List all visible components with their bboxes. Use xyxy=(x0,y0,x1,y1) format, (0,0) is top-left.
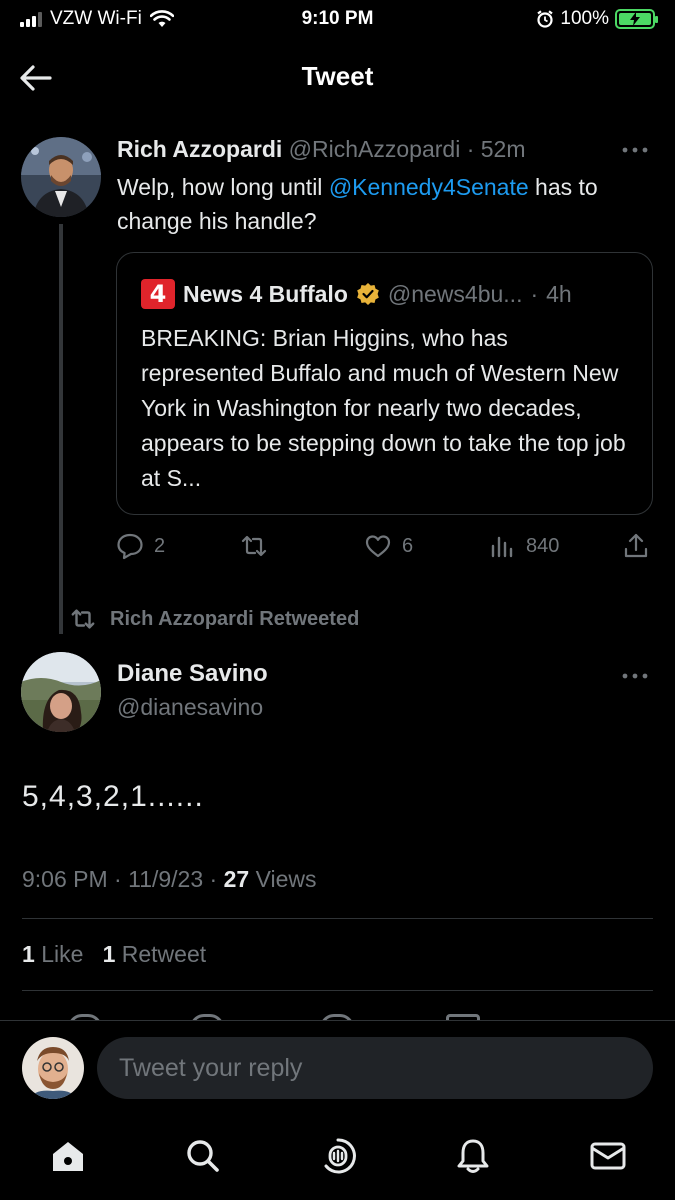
tweet-text-part: Welp, how long until xyxy=(117,174,329,200)
quoted-author-handle: @news4bu... xyxy=(387,280,523,307)
avatar-diane-savino[interactable] xyxy=(21,652,101,732)
views-count: 840 xyxy=(526,534,560,557)
retweeted-by-notice[interactable]: Rich Azzopardi Retweeted xyxy=(68,606,359,632)
dot-separator: · xyxy=(460,136,481,162)
views-label: Views xyxy=(255,866,317,892)
tweet-metadata: 9:06 PM · 11/9/23 · 27 Views xyxy=(22,866,317,893)
like-action[interactable]: 6 xyxy=(364,532,488,560)
retweets-link[interactable]: 1 Retweet xyxy=(103,941,207,967)
author-handle[interactable]: @RichAzzopardi xyxy=(289,136,461,162)
views-icon xyxy=(491,536,513,558)
main-author-name[interactable]: Diane Savino xyxy=(117,660,268,688)
views-action[interactable]: 840 xyxy=(488,532,622,560)
likes-count: 1 xyxy=(22,941,35,967)
tab-messages[interactable] xyxy=(588,1136,628,1181)
main-tweet-text: 5,4,3,2,1...... xyxy=(22,780,204,813)
thread-tweet-header: Rich Azzopardi @RichAzzopardi · 52m xyxy=(117,136,526,163)
tweet-age: 52m xyxy=(480,136,526,162)
quoted-tweet-card[interactable]: 4 News 4 Buffalo @news4bu... · 4h BREAKING… xyxy=(116,252,653,515)
cellular-signal-icon xyxy=(20,11,42,27)
spaces-icon xyxy=(324,1138,356,1174)
tab-notifications[interactable] xyxy=(453,1136,493,1181)
views-count: 27 xyxy=(223,866,250,892)
more-icon[interactable] xyxy=(621,671,649,681)
author-name[interactable]: Rich Azzopardi xyxy=(117,136,282,162)
dot-separator: · xyxy=(203,866,224,892)
battery-icon xyxy=(615,9,658,29)
tab-spaces[interactable] xyxy=(318,1136,358,1181)
tab-home[interactable] xyxy=(48,1136,88,1181)
news4-logo: 4 xyxy=(141,279,175,309)
tab-search[interactable] xyxy=(183,1136,223,1181)
share-icon xyxy=(624,533,648,558)
top-nav: Tweet xyxy=(0,40,675,112)
status-left: VZW Wi-Fi xyxy=(20,8,250,30)
charging-bolt-icon xyxy=(630,12,640,26)
retweets-count: 1 xyxy=(102,941,116,967)
reply-input[interactable]: Tweet your reply xyxy=(97,1037,653,1099)
like-icon xyxy=(365,535,391,558)
retweet-icon xyxy=(241,535,267,557)
page-title: Tweet xyxy=(301,60,374,91)
divider xyxy=(22,990,653,991)
tweet-time: 9:06 PM xyxy=(22,866,108,892)
divider xyxy=(22,918,653,919)
thread-connector-line xyxy=(59,224,63,634)
quoted-author-name: News 4 Buffalo xyxy=(183,280,348,307)
verified-badge-icon xyxy=(357,283,379,305)
quoted-tweet-header: 4 News 4 Buffalo @news4bu... · 4h xyxy=(141,279,572,309)
dot-separator: · xyxy=(530,280,539,307)
reply-icon xyxy=(117,533,143,560)
search-icon xyxy=(186,1140,219,1172)
tweet-detail-screen: VZW Wi-Fi 9:10 PM 100% Tweet Rich Azzopa… xyxy=(0,0,675,1200)
home-icon xyxy=(52,1142,83,1171)
quoted-tweet-age: 4h xyxy=(546,280,572,307)
quoted-tweet-text: BREAKING: Brian Higgins, who has represe… xyxy=(141,325,626,491)
likes-label: Like xyxy=(41,941,84,967)
share-action[interactable] xyxy=(622,532,650,560)
mention-link[interactable]: @Kennedy4Senate xyxy=(329,174,529,200)
engagement-counts: 1 Like 1 Retweet xyxy=(22,941,206,968)
thread-tweet-actions: 2 6 840 xyxy=(116,528,653,564)
dot-separator: · xyxy=(107,866,129,892)
carrier-label: VZW Wi-Fi xyxy=(50,8,142,29)
messages-icon xyxy=(590,1142,625,1170)
status-bar: VZW Wi-Fi 9:10 PM 100% xyxy=(0,0,675,38)
notifications-icon xyxy=(457,1139,488,1173)
avatar-rich-azzopardi[interactable] xyxy=(21,137,101,217)
retweet-icon xyxy=(71,609,95,629)
battery-percent: 100% xyxy=(560,8,609,29)
my-avatar[interactable] xyxy=(22,1037,84,1099)
tweet-date: 11/9/23 xyxy=(128,866,204,892)
retweet-action[interactable] xyxy=(240,532,364,560)
reply-bar: Tweet your reply xyxy=(0,1020,675,1116)
like-count: 6 xyxy=(402,534,414,557)
main-author-handle[interactable]: @dianesavino xyxy=(117,694,263,721)
back-arrow-icon[interactable] xyxy=(18,60,54,96)
retweeted-by-label: Rich Azzopardi Retweeted xyxy=(110,607,360,630)
reply-count: 2 xyxy=(154,534,166,557)
more-icon[interactable] xyxy=(621,145,649,155)
retweets-label: Retweet xyxy=(121,941,207,967)
status-right: 100% xyxy=(536,8,658,30)
wifi-icon xyxy=(149,10,174,27)
alarm-icon xyxy=(537,10,554,28)
thread-tweet-text: Welp, how long until @Kennedy4Senate has… xyxy=(117,170,647,238)
reply-action[interactable]: 2 xyxy=(116,532,240,560)
bottom-tab-bar xyxy=(0,1116,675,1200)
likes-link[interactable]: 1 Like xyxy=(22,941,83,967)
